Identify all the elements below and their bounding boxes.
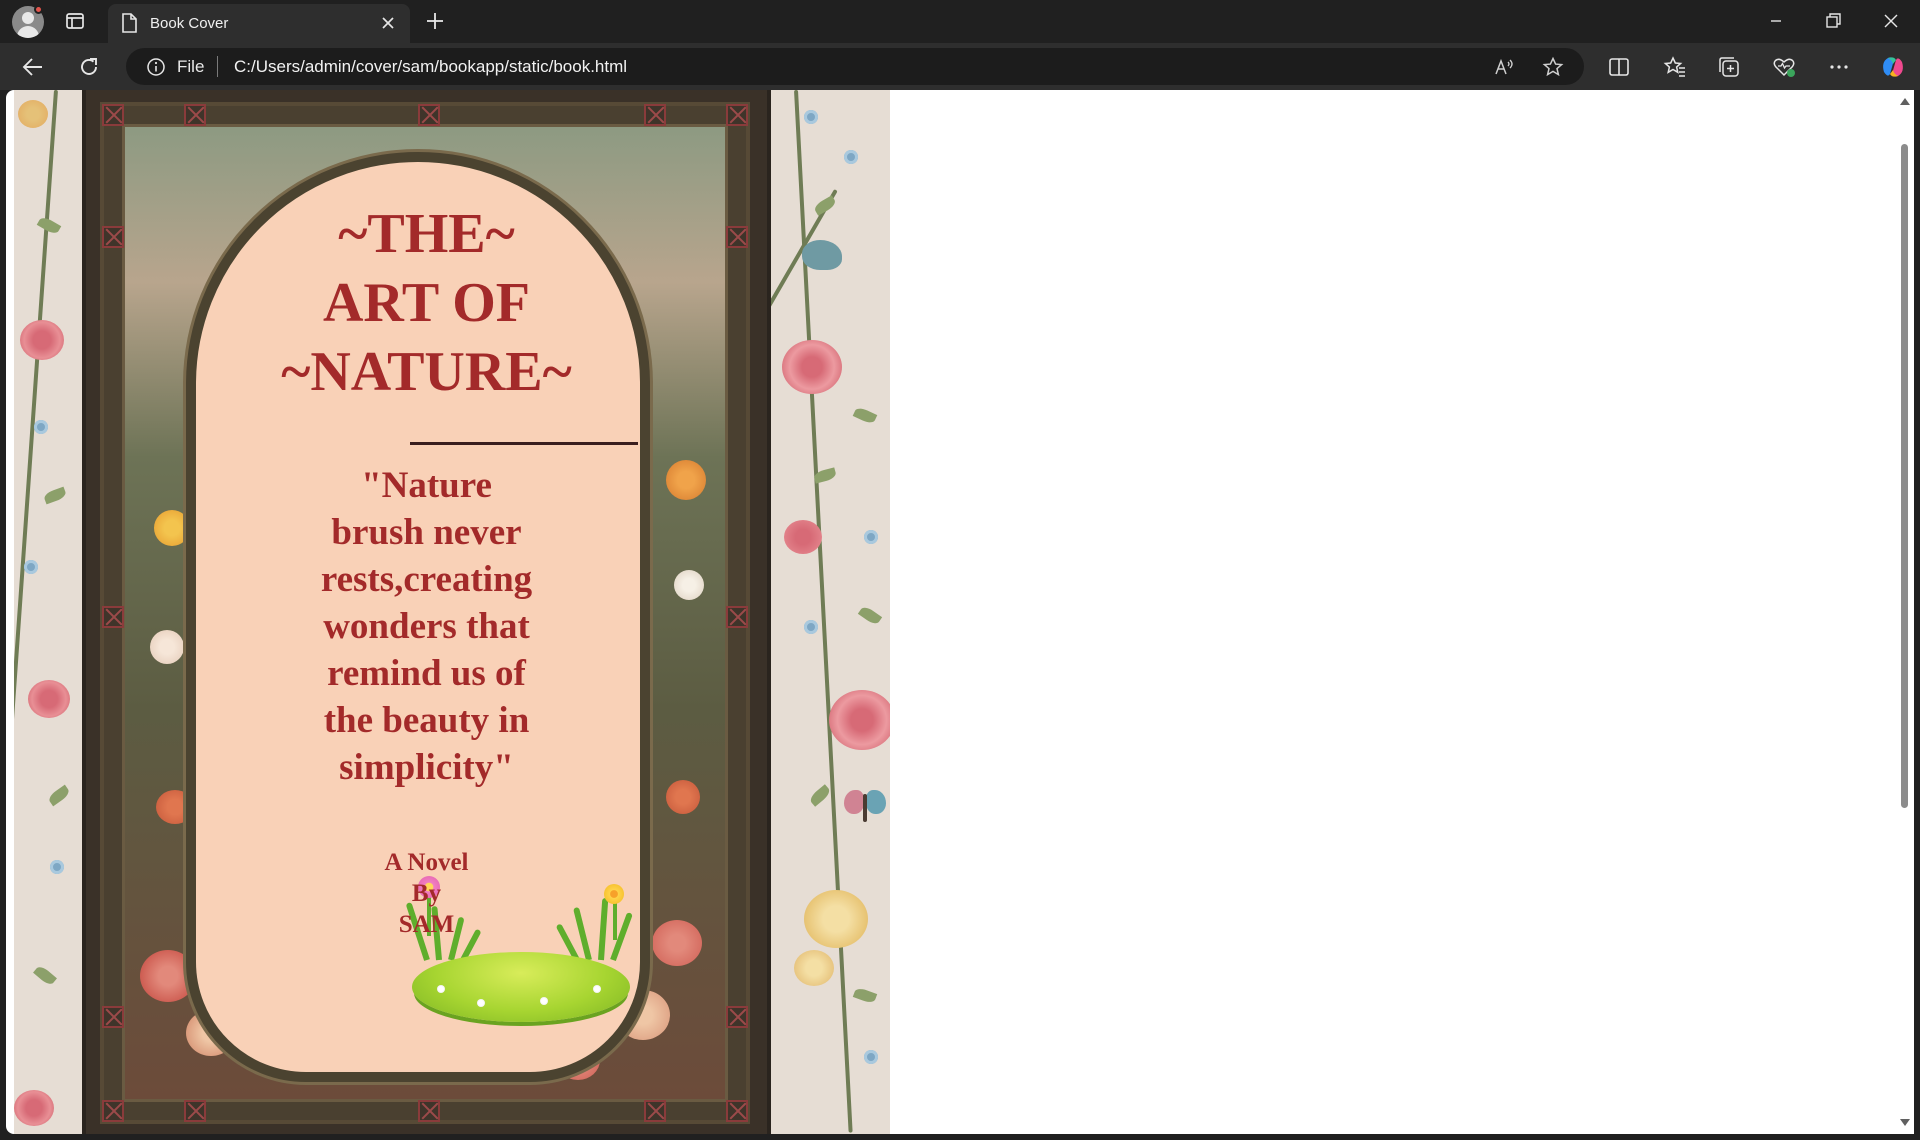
- tab-book-cover[interactable]: Book Cover: [108, 4, 410, 43]
- byline-line: By: [411, 880, 442, 907]
- book-title: ~THE~ ART OF ~NATURE~: [86, 200, 767, 407]
- author-name: SAM: [398, 911, 455, 938]
- address-divider: [217, 56, 218, 77]
- title-line: ~THE~: [338, 203, 515, 265]
- page-viewport: ~THE~ ART OF ~NATURE~ "Nature brush neve…: [6, 90, 1896, 1134]
- browser-essentials-icon[interactable]: [1771, 54, 1797, 80]
- page-icon: [122, 13, 137, 33]
- back-arrow-icon[interactable]: [20, 54, 46, 80]
- scheme-label: File: [177, 57, 205, 76]
- site-info-icon[interactable]: [146, 57, 166, 77]
- quote-line: brush never: [331, 512, 522, 553]
- title-line: ~NATURE~: [281, 341, 572, 403]
- address-bar[interactable]: File C:/Users/admin/cover/sam/bookapp/st…: [126, 48, 1584, 85]
- minimize-icon[interactable]: [1762, 8, 1790, 34]
- quote-line: simplicity": [339, 747, 514, 788]
- scroll-thumb[interactable]: [1901, 144, 1908, 808]
- navigation-toolbar: File C:/Users/admin/cover/sam/bookapp/st…: [0, 43, 1920, 90]
- split-screen-icon[interactable]: [1606, 54, 1632, 80]
- scroll-down-arrow-icon[interactable]: [1900, 1119, 1910, 1126]
- notification-dot-icon: [34, 5, 43, 14]
- tab-title: Book Cover: [150, 15, 229, 32]
- quote-line: rests,creating: [320, 559, 533, 600]
- title-line: ART OF: [322, 272, 531, 334]
- butterfly-illustration: [844, 790, 888, 826]
- title-divider: [410, 442, 638, 445]
- close-tab-icon[interactable]: [378, 13, 398, 33]
- more-options-icon[interactable]: [1826, 54, 1852, 80]
- close-window-icon[interactable]: [1877, 8, 1905, 34]
- quote-line: remind us of: [327, 653, 526, 694]
- bird-illustration: [802, 240, 842, 270]
- book-quote: "Nature brush never rests,creating wonde…: [86, 462, 767, 791]
- collections-icon[interactable]: [1716, 54, 1742, 80]
- quote-line: wonders that: [323, 606, 530, 647]
- favorites-icon[interactable]: [1662, 54, 1688, 80]
- tab-actions-icon[interactable]: [64, 10, 86, 32]
- read-aloud-icon[interactable]: [1493, 56, 1515, 78]
- quote-line: "Nature: [361, 465, 492, 506]
- url-text[interactable]: C:/Users/admin/cover/sam/bookapp/static/…: [234, 57, 627, 77]
- vertical-scrollbar[interactable]: [1896, 90, 1914, 1134]
- book-cover: ~THE~ ART OF ~NATURE~ "Nature brush neve…: [82, 90, 771, 1134]
- byline-line: A Novel: [384, 849, 469, 876]
- new-tab-icon[interactable]: [424, 10, 446, 32]
- favorite-star-icon[interactable]: [1542, 56, 1564, 78]
- scroll-up-arrow-icon[interactable]: [1900, 98, 1910, 105]
- quote-line: the beauty in: [323, 700, 530, 741]
- title-bar: Book Cover: [0, 0, 1920, 43]
- restore-icon[interactable]: [1819, 8, 1847, 34]
- byline: A Novel By SAM: [86, 847, 767, 940]
- reload-icon[interactable]: [76, 54, 102, 80]
- copilot-icon[interactable]: [1878, 52, 1908, 82]
